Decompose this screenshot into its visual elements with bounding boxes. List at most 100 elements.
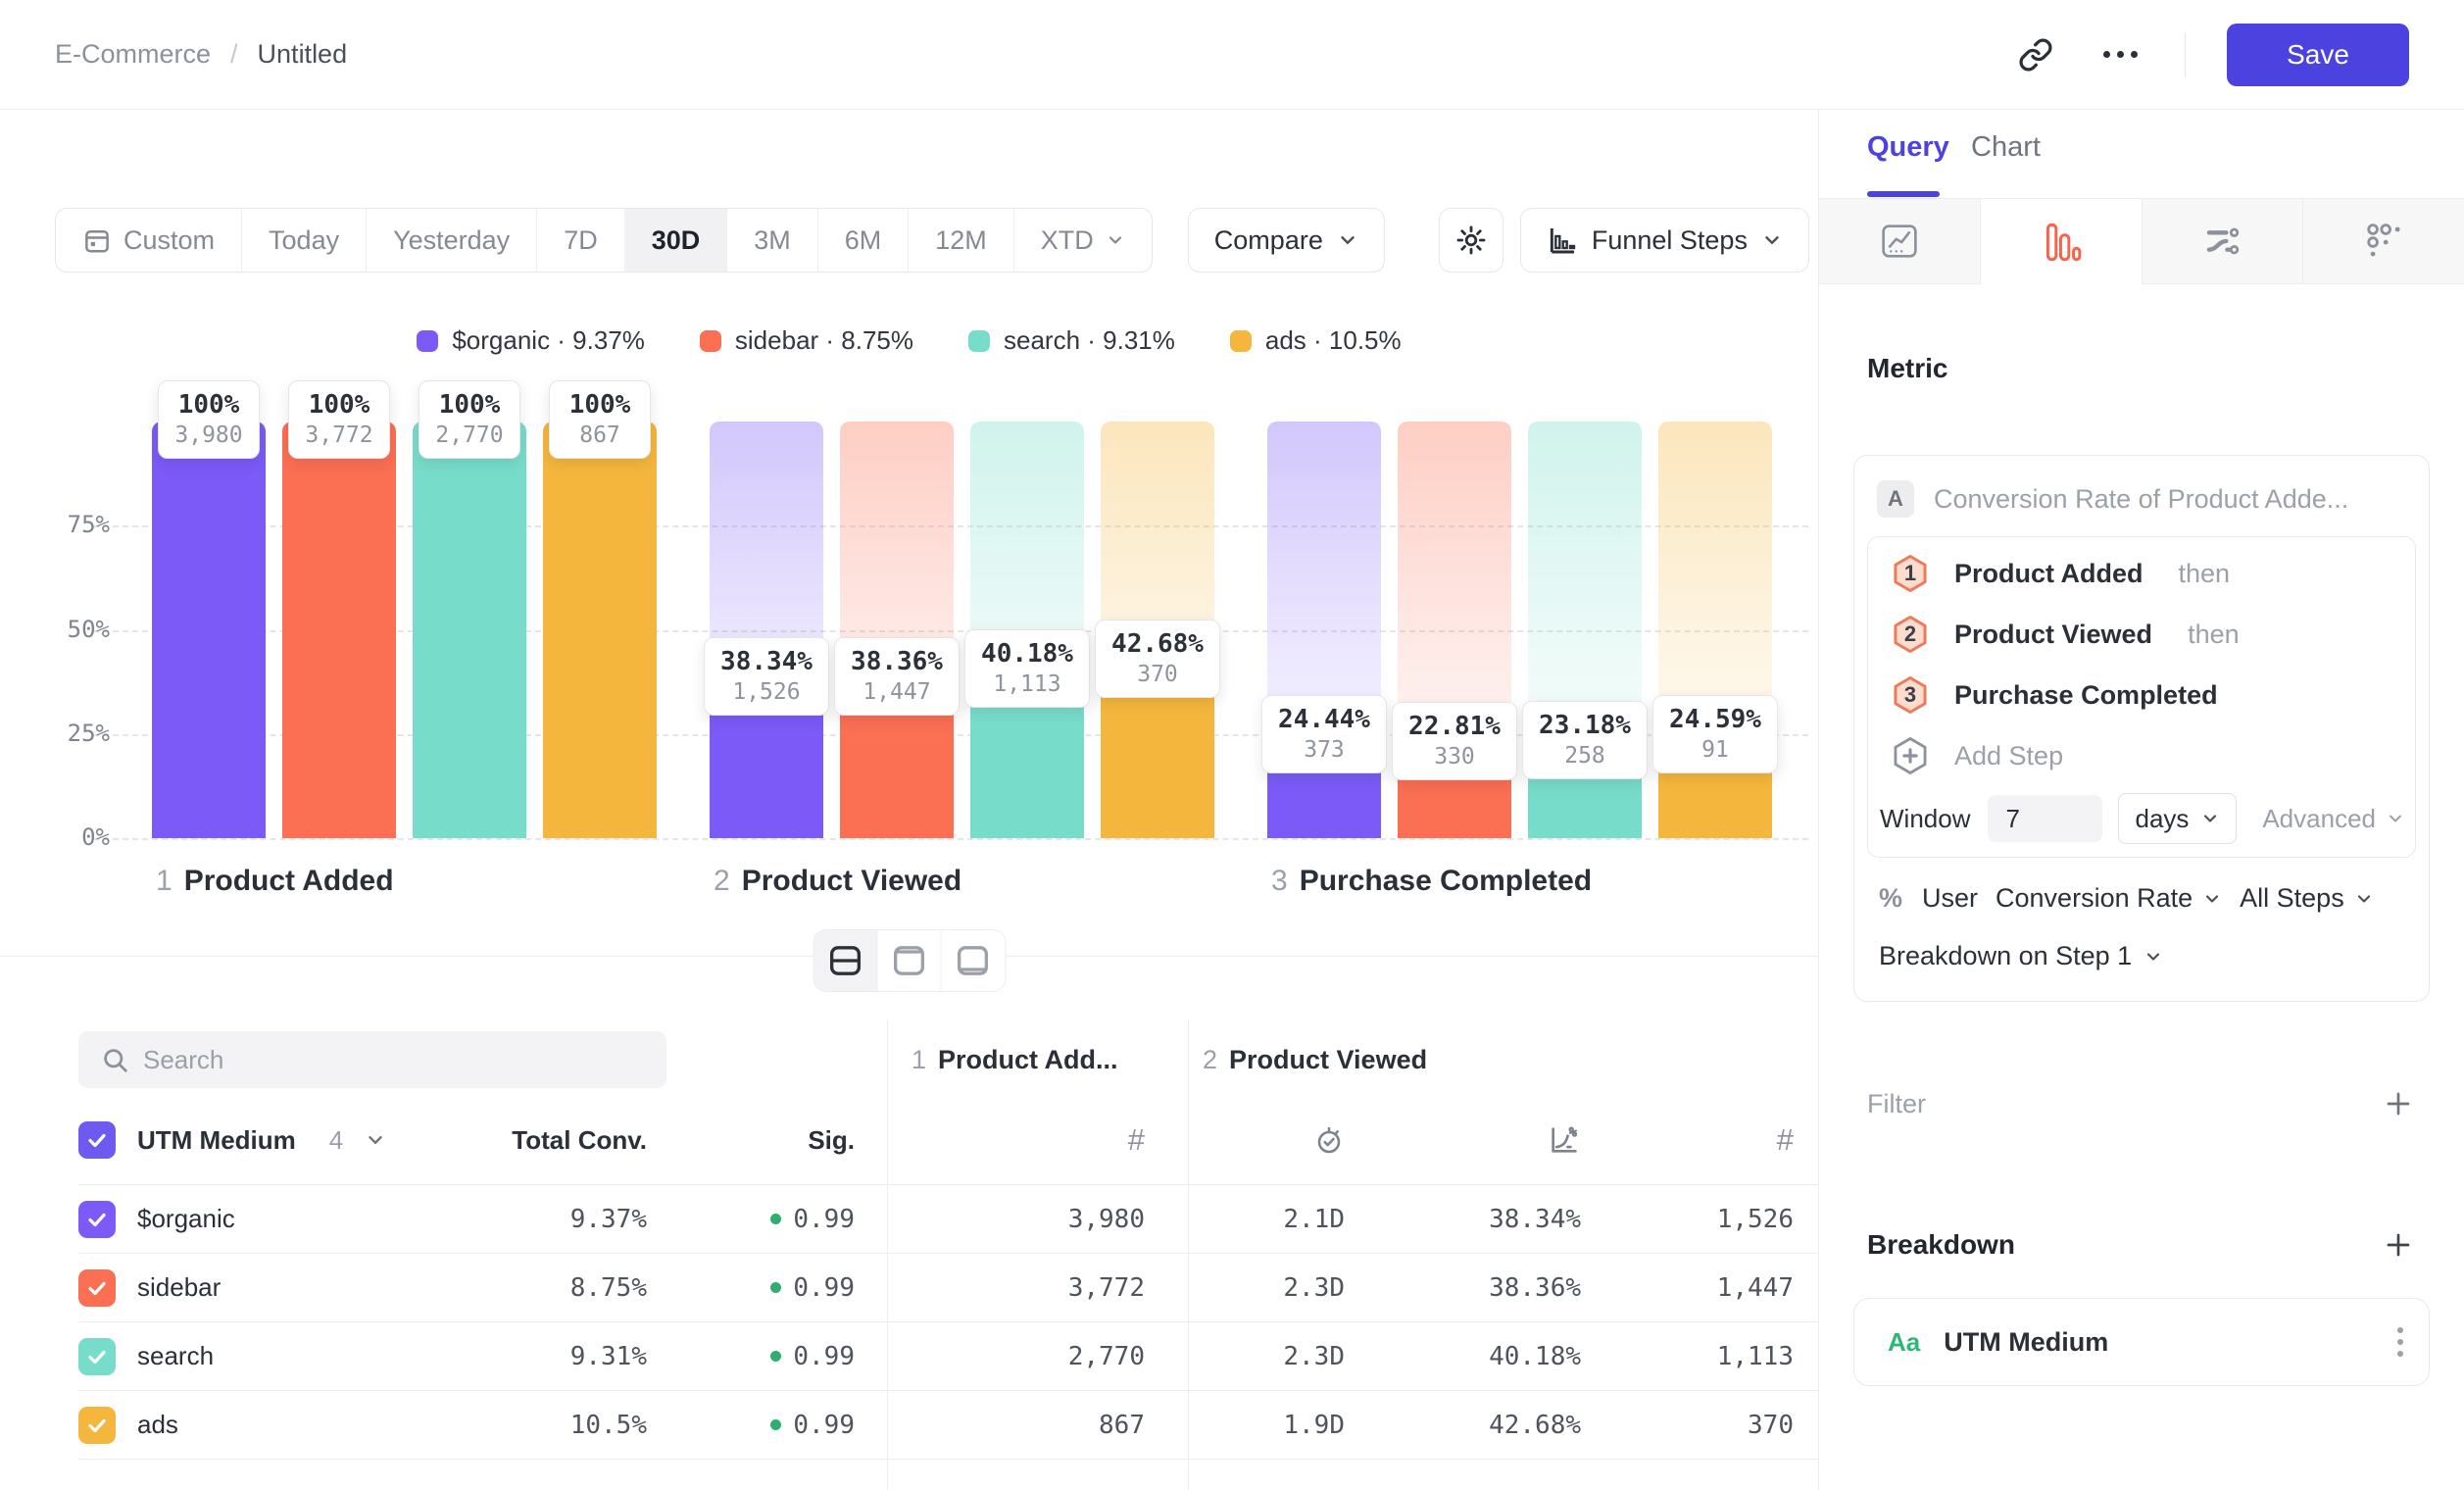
table-row-ads[interactable]: ads10.5%0.998671.9D42.68%370 [78,1391,1818,1460]
conversion-rate-header[interactable]: % [1345,1123,1581,1157]
step2-count-value: 1,113 [1581,1342,1818,1371]
bar-slot: 23.18%258 [1528,422,1642,838]
report-type-flows[interactable] [2143,199,2304,284]
query-step-2[interactable]: 2Product Viewedthen [1868,604,2415,665]
range-30d[interactable]: 30D [625,209,728,272]
step-hexagon-badge: 1 [1890,553,1931,594]
add-breakdown-icon[interactable] [2377,1223,2420,1266]
layout-toggle-bottom-panel-view[interactable] [941,930,1005,991]
more-options-icon[interactable] [2093,27,2147,82]
legend-item-search[interactable]: search · 9.31% [968,325,1175,356]
step-axis-label-3: 3Purchase Completed [1271,865,1592,898]
report-type-insights[interactable] [1819,199,1981,284]
chart-type-button[interactable]: Funnel Steps [1520,208,1809,273]
breakdown-column-header[interactable]: UTM Medium [137,1125,296,1156]
row-checkbox[interactable] [78,1269,116,1307]
search-input[interactable] [78,1031,666,1088]
metric-series-row[interactable]: A Conversion Rate of Product Adde... [1877,475,2406,522]
add-step-row[interactable]: Add Step [1868,725,2415,786]
insights-chart-icon [1876,218,1923,265]
bar-value-tooltip: 100%867 [549,380,651,459]
legend-item-sidebar[interactable]: sidebar · 8.75% [700,325,913,356]
row-checkbox[interactable] [78,1201,116,1238]
bar-ads-step1[interactable] [543,422,657,838]
measurement-entity[interactable]: User [1922,883,1978,914]
table-row-organic[interactable]: $organic9.37%0.993,9802.1D38.34%1,526 [78,1185,1818,1254]
window-unit-select[interactable]: days [2118,793,2237,844]
range-3m[interactable]: 3M [727,209,818,272]
layout-toggle-split-view[interactable] [813,930,877,991]
range-today[interactable]: Today [242,209,367,272]
total-conv-header[interactable]: Total Conv. [451,1125,647,1156]
range-custom[interactable]: Custom [56,209,242,272]
advanced-toggle[interactable]: Advanced [2262,804,2405,834]
table-row-search[interactable]: search9.31%0.992,7702.3D40.18%1,113 [78,1322,1818,1391]
range-yesterday[interactable]: Yesterday [367,209,537,272]
chevron-down-icon[interactable] [365,1129,386,1151]
measurement-metric-dropdown[interactable]: Conversion Rate [1996,883,2222,914]
avg-time-value: 2.3D [1188,1342,1345,1371]
chart-settings-button[interactable] [1439,208,1503,273]
column-step1-title[interactable]: 1Product Add... [912,1031,1118,1088]
panel-tabs: Query Chart [1819,110,2464,199]
top-panel-view-icon [891,944,926,977]
topbar: E-Commerce / Untitled Save [0,0,2464,110]
tooltip-percent: 100% [566,390,634,420]
tooltip-count: 2,770 [435,422,504,448]
legend-item-ads[interactable]: ads · 10.5% [1230,325,1402,356]
sig-header[interactable]: Sig. [647,1125,887,1156]
range-6m[interactable]: 6M [818,209,910,272]
row-checkbox[interactable] [78,1407,116,1444]
tab-query[interactable]: Query [1867,131,1949,164]
window-label: Window [1880,804,1970,834]
active-tab-underline [1867,191,1940,197]
layout-toggle-top-panel-view[interactable] [877,930,941,991]
legend-label: $organic · 9.37% [452,325,645,356]
window-value-input[interactable] [1988,795,2102,842]
select-all-checkbox[interactable] [78,1121,116,1159]
conversion-chart-icon: % [1548,1123,1581,1157]
share-link-icon[interactable] [2008,27,2063,82]
kebab-menu-icon[interactable] [2397,1327,2403,1357]
query-step-3[interactable]: 3Purchase Completed [1868,665,2415,725]
report-type-funnels[interactable] [1981,199,2143,284]
bar-slot: 100%867 [543,422,657,838]
compare-button[interactable]: Compare [1188,208,1385,273]
save-button[interactable]: Save [2227,24,2409,86]
breakdown-on-dropdown[interactable]: Breakdown on Step 1 [1879,941,2416,971]
legend-item-organic[interactable]: $organic · 9.37% [417,325,645,356]
total-conv-value: 8.75% [451,1273,647,1303]
avg-time-header[interactable] [1188,1124,1345,1156]
range-12m[interactable]: 12M [909,209,1014,272]
avg-time-value: 2.3D [1188,1273,1345,1303]
step-event-label: Product Added [1954,559,2144,589]
column-step2-title[interactable]: 2Product Viewed [1203,1031,1427,1088]
query-step-1[interactable]: 1 Product Added then [1868,543,2415,604]
report-type-retention[interactable] [2303,199,2464,284]
table-row-sidebar[interactable]: sidebar8.75%0.993,7722.3D38.36%1,447 [78,1254,1818,1322]
tooltip-count: 370 [1111,662,1204,687]
bar-organic-step1[interactable] [152,422,266,838]
range-xtd[interactable]: XTD [1014,209,1152,272]
breadcrumb-parent[interactable]: E-Commerce [55,39,211,70]
row-checkbox[interactable] [78,1338,116,1375]
tooltip-count: 1,447 [851,679,943,705]
legend-swatch [1230,330,1252,352]
legend-label: ads · 10.5% [1265,325,1402,356]
significance-dot [770,1419,781,1430]
add-filter-icon[interactable] [2377,1082,2420,1125]
step-number: 3 [1890,674,1931,716]
tab-chart[interactable]: Chart [1971,131,2041,164]
hash-icon[interactable]: # [1777,1122,1794,1158]
step-then-suffix: then [2179,559,2231,589]
hash-icon[interactable]: # [1128,1122,1145,1158]
sig-number: 0.99 [793,1273,855,1303]
range-7d[interactable]: 7D [537,209,625,272]
breakdown-item-utm-medium[interactable]: AaUTM Medium [1853,1298,2430,1386]
bar-search-step1[interactable] [413,422,526,838]
bar-sidebar-step1[interactable] [282,422,396,838]
gear-icon [1454,224,1488,257]
bar-value-tooltip: 40.18%1,113 [964,629,1090,708]
measurement-scope-dropdown[interactable]: All Steps [2240,883,2374,914]
window-row: Window days Advanced [1868,786,2415,851]
